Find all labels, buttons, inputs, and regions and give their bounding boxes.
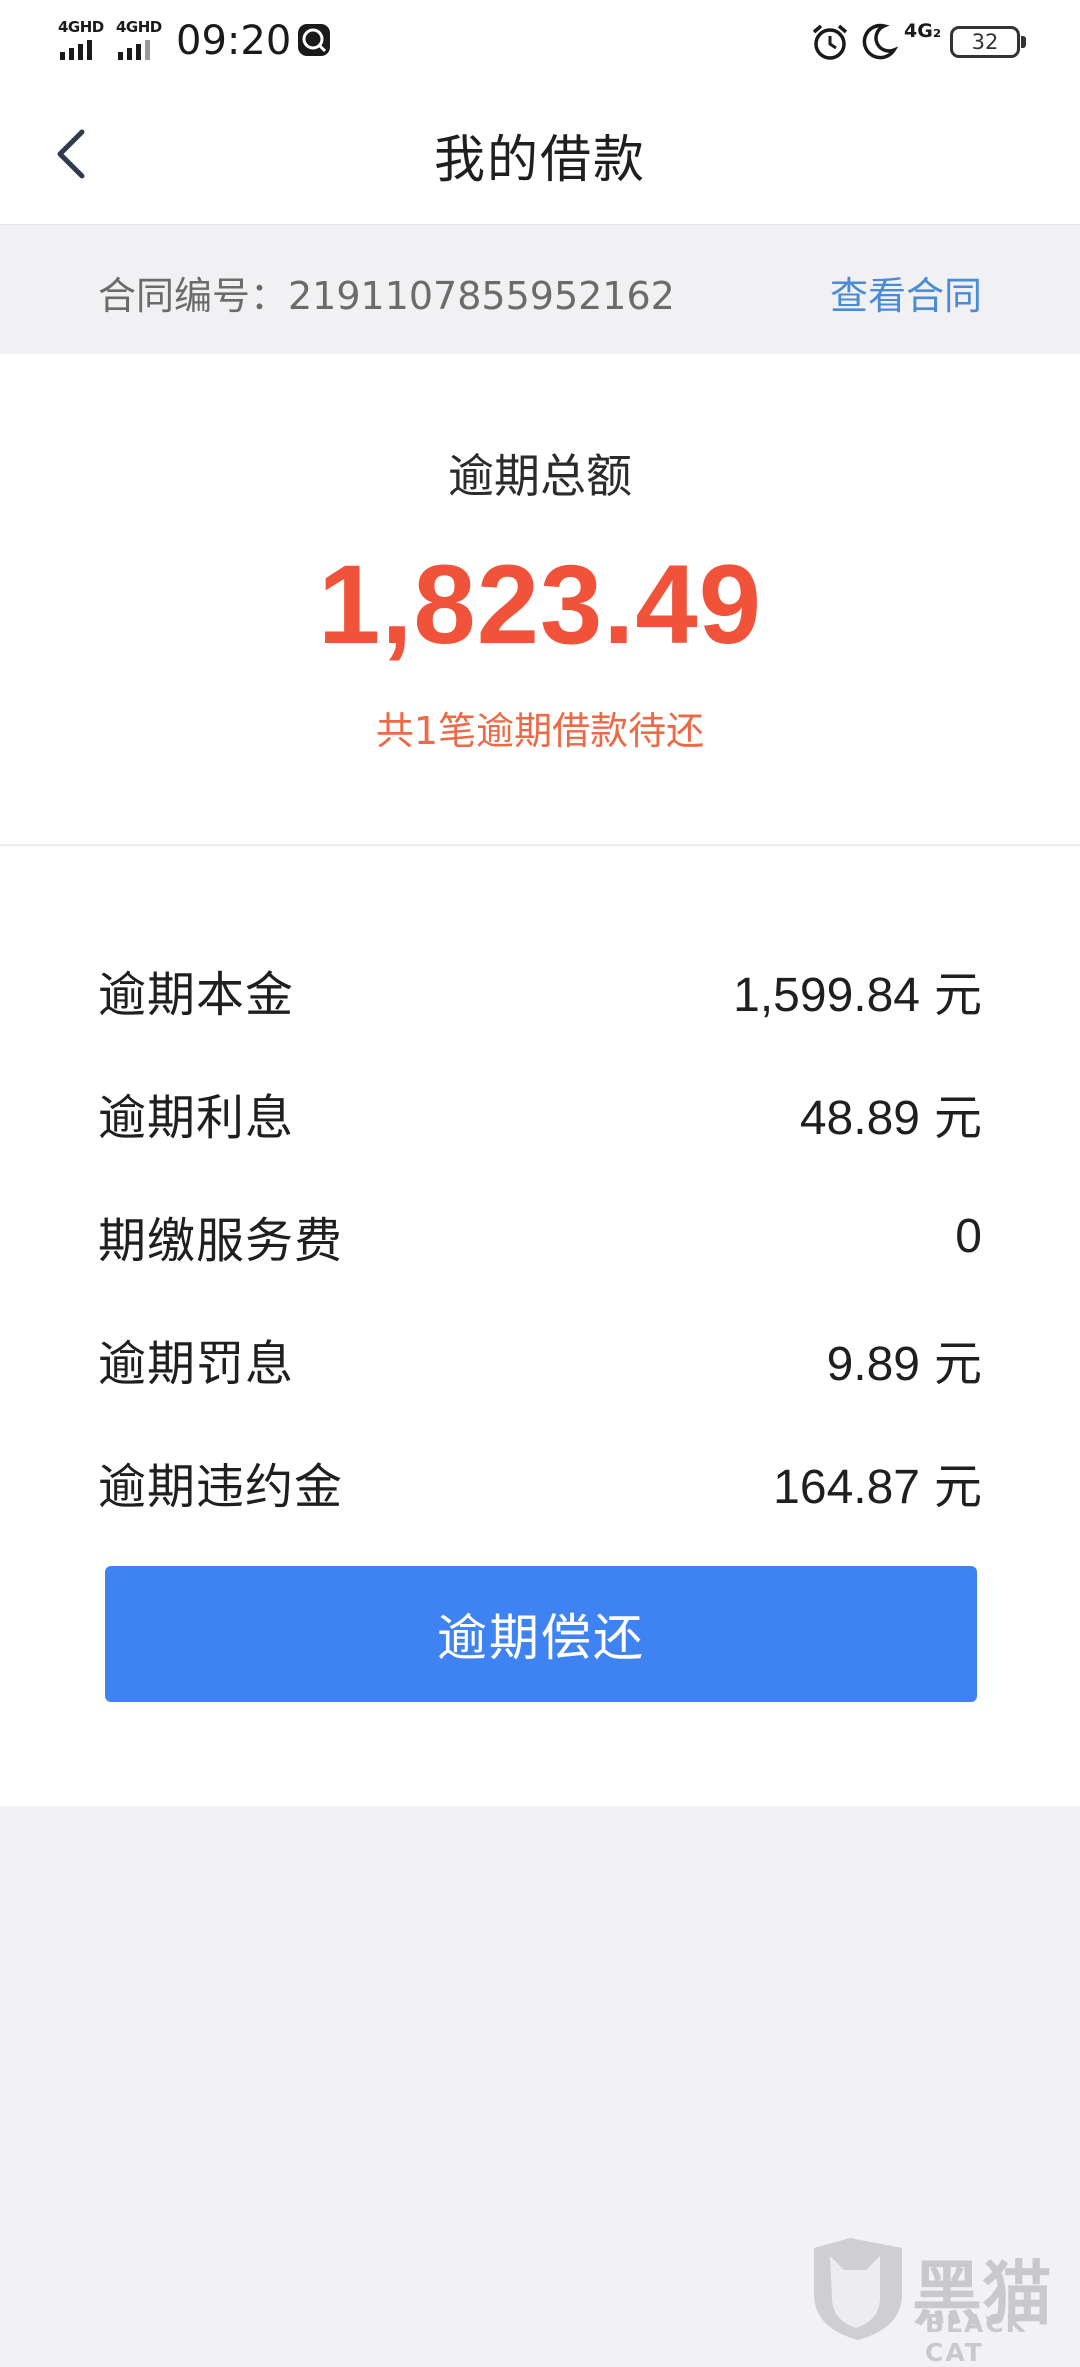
contract-bar: 合同编号：2191107855952162 查看合同 xyxy=(0,224,1080,354)
detail-value: 164.87 元 xyxy=(773,1447,982,1517)
detail-value: 0 xyxy=(955,1209,982,1264)
detail-label: 逾期本金 xyxy=(98,967,295,1023)
detail-unit: 元 xyxy=(933,1090,982,1146)
status-bar: 4GHD 4GHD 09:20 4G₂ 32 xyxy=(0,0,1080,84)
signal-icon: 4GHD xyxy=(58,18,108,62)
detail-label: 逾期违约金 xyxy=(98,1459,344,1515)
detail-row-penalty-interest: 逾期罚息 9.89 元 xyxy=(98,1319,982,1399)
nav-bar: 我的借款 xyxy=(0,84,1080,224)
detail-amount: 9.89 xyxy=(826,1338,920,1391)
overdue-repay-button[interactable]: 逾期偿还 xyxy=(105,1566,977,1702)
detail-value: 9.89 元 xyxy=(827,1324,982,1394)
detail-amount: 1,599.84 xyxy=(733,969,920,1022)
detail-amount: 164.87 xyxy=(773,1461,920,1514)
detail-row-liquidated-damages: 逾期违约金 164.87 元 xyxy=(98,1442,982,1522)
watermark-text-en: BLACK CAT xyxy=(925,2309,1028,2367)
do-not-disturb-icon xyxy=(862,23,898,60)
detail-amount: 48.89 xyxy=(799,1092,920,1145)
app-notification-icon xyxy=(298,24,330,56)
detail-label: 期缴服务费 xyxy=(98,1213,344,1269)
alarm-icon xyxy=(812,24,848,60)
detail-row-principal: 逾期本金 1,599.84 元 xyxy=(98,950,982,1030)
detail-label: 逾期罚息 xyxy=(98,1336,295,1392)
battery-level: 32 xyxy=(971,30,999,54)
overdue-count-text: 共1笔逾期借款待还 xyxy=(375,709,705,753)
detail-value: 1,599.84 元 xyxy=(733,955,982,1025)
detail-unit: 元 xyxy=(933,1459,982,1515)
network-type-2: 4GHD xyxy=(116,18,162,36)
network-type-1: 4GHD xyxy=(58,18,104,36)
detail-unit: 元 xyxy=(933,1336,982,1392)
network-type-3: 4G₂ xyxy=(904,20,942,42)
overdue-total-label: 逾期总额 xyxy=(448,449,632,503)
detail-label: 逾期利息 xyxy=(98,1090,295,1146)
clock: 09:20 xyxy=(176,18,292,64)
detail-value: 48.89 元 xyxy=(800,1078,982,1148)
overdue-summary: 逾期总额 1,823.49 共1笔逾期借款待还 xyxy=(0,354,1080,846)
page-title: 我的借款 xyxy=(433,131,646,190)
overdue-total-amount: 1,823.49 xyxy=(318,542,762,667)
detail-amount: 0 xyxy=(955,1209,982,1263)
detail-row-interest: 逾期利息 48.89 元 xyxy=(98,1073,982,1153)
overdue-details: 逾期本金 1,599.84 元 逾期利息 48.89 元 期缴服务费 0 逾期罚息 … xyxy=(0,846,1080,1806)
battery-icon: 32 xyxy=(950,26,1026,58)
signal-icon-2: 4GHD xyxy=(116,18,166,62)
contract-number: 合同编号：2191107855952162 xyxy=(98,274,675,318)
detail-row-service-fee: 期缴服务费 0 xyxy=(98,1196,982,1276)
view-contract-link[interactable]: 查看合同 xyxy=(830,265,982,320)
detail-unit: 元 xyxy=(933,967,982,1023)
